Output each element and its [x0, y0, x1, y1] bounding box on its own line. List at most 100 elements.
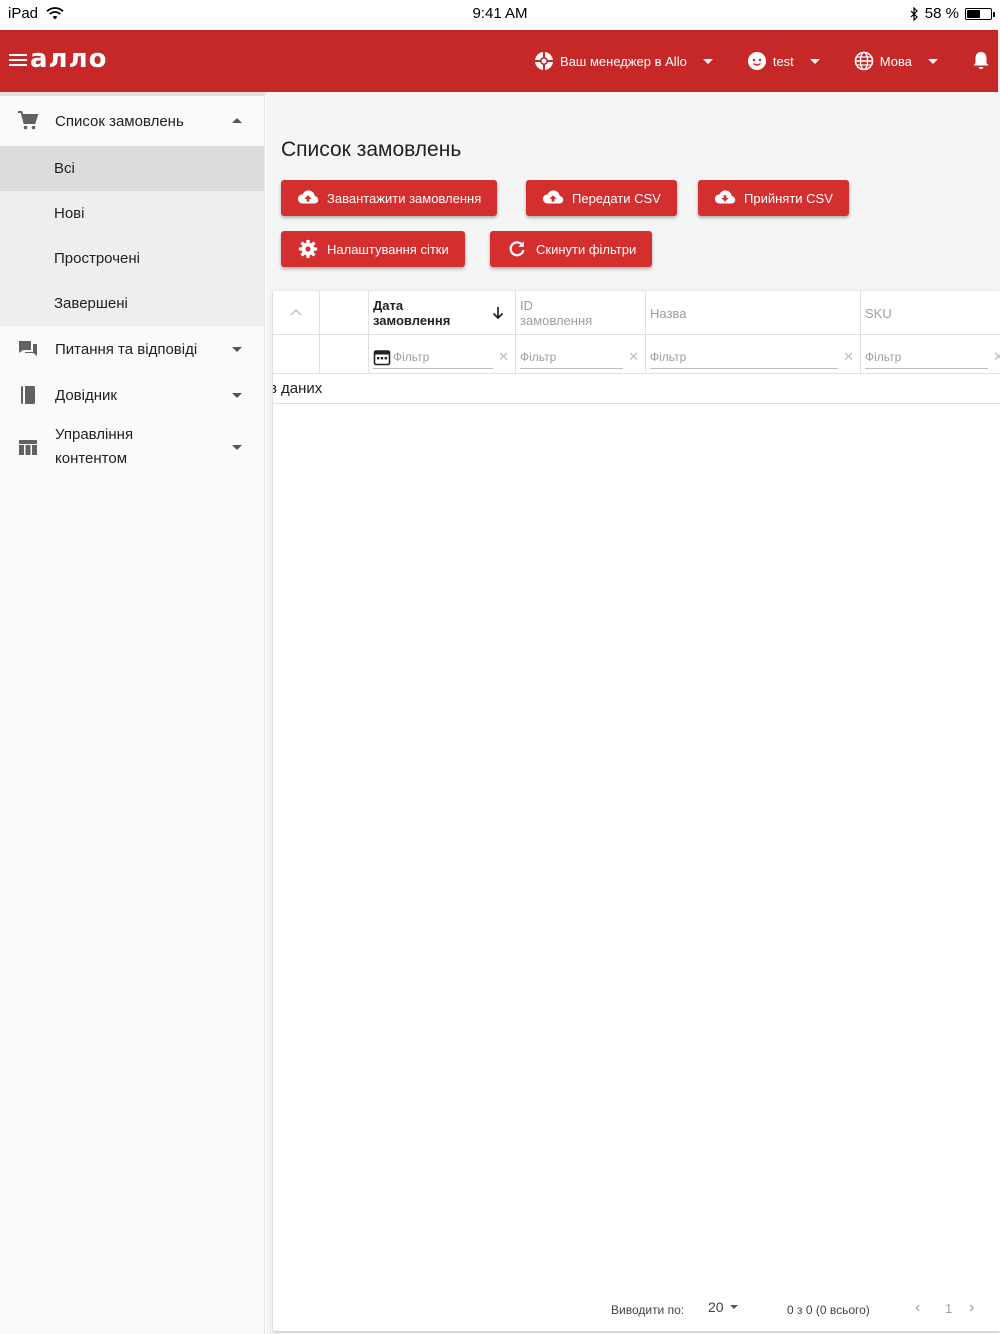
per-page-label: Виводити по: [611, 1303, 685, 1317]
column-header-sku[interactable]: SKU [861, 291, 1000, 334]
button-label: Завантажити замовлення [327, 190, 482, 206]
allo-logo[interactable]: алло [30, 44, 108, 74]
filter-cell-name: Фільтр ✕ [646, 335, 861, 373]
filter-placeholder: Фільтр [393, 349, 430, 364]
column-header-name[interactable]: Назва [646, 291, 861, 334]
clear-filter-icon[interactable]: ✕ [843, 349, 854, 365]
sidebar-item-content[interactable]: Управління контентом [0, 418, 264, 476]
user-label: test [772, 53, 794, 69]
sidebar-item-label: Питання та відповіді [55, 340, 198, 358]
clear-filter-icon[interactable]: ✕ [498, 349, 509, 365]
clear-filter-icon[interactable]: ✕ [628, 349, 639, 365]
column-title: SKU [865, 306, 892, 321]
cloud-download-icon [714, 190, 736, 204]
language-menu[interactable]: Мова [854, 48, 938, 74]
per-page-value: 20 [708, 1299, 724, 1315]
reset-filters-button[interactable]: Скинути фільтри [490, 231, 653, 267]
sidebar-subitem-new[interactable]: Нові [0, 191, 264, 236]
chevron-down-icon [232, 393, 242, 398]
calendar-icon[interactable] [373, 348, 391, 366]
orders-grid: Дата замовлення ID замовлення Назва SKU [273, 291, 1000, 1331]
notifications-button[interactable] [972, 48, 990, 74]
chevron-right-icon[interactable]: › [969, 1299, 974, 1317]
column-title: Назва [650, 306, 687, 321]
upload-csv-button[interactable]: Передати CSV [526, 180, 677, 216]
sort-arrow-down-icon[interactable] [492, 306, 504, 320]
battery-level [967, 9, 981, 18]
sidebar-item-label: Список замовлень [55, 112, 184, 130]
name-filter-input[interactable]: Фільтр [650, 345, 838, 369]
cloud-upload-icon [542, 190, 564, 204]
sidebar-item-orders[interactable]: Список замовлень [0, 96, 264, 146]
menu-icon[interactable] [8, 50, 28, 70]
pager-summary: 0 з 0 (0 всього) [787, 1303, 870, 1317]
language-label: Мова [879, 53, 912, 69]
refresh-icon [509, 241, 525, 257]
support-icon [535, 52, 554, 70]
sidebar-item-label-line2: контентом [55, 450, 128, 467]
no-data-divider [273, 403, 1000, 404]
sidebar: Список замовлень Всі Нові Прострочені За… [0, 92, 265, 1334]
grid-header-row: Дата замовлення ID замовлення Назва SKU [273, 291, 1000, 335]
button-label: Налаштування сітки [327, 241, 449, 257]
no-data-message: з даних [273, 380, 323, 397]
bluetooth-icon [910, 6, 918, 21]
order-id-filter-input[interactable]: Фільтр [520, 345, 623, 369]
chevron-down-icon [729, 1305, 738, 1309]
chevron-down-icon [928, 58, 938, 64]
chevron-down-icon [232, 445, 242, 450]
grid-filter-row: Фільтр ✕ Фільтр ✕ Фільтр ✕ Фільтр ✕ [273, 335, 1000, 374]
chevron-up-icon [290, 309, 302, 316]
filter-cell-order-date: Фільтр ✕ [369, 335, 516, 373]
grid-settings-button[interactable]: Налаштування сітки [281, 231, 465, 267]
chevron-up-icon [232, 118, 242, 123]
app-bar: алло Ваш менеджер в Allo test Мова [0, 30, 998, 92]
sku-filter-input[interactable]: Фільтр [865, 345, 988, 369]
book-icon [21, 386, 35, 404]
battery-percent: 58 % [924, 5, 959, 22]
wifi-icon [46, 7, 64, 20]
manager-label: Ваш менеджер в Allo [560, 53, 687, 69]
date-filter-input[interactable]: Фільтр [373, 345, 493, 369]
user-face-icon [747, 52, 766, 70]
sidebar-item-reference[interactable]: Довідник [0, 372, 264, 418]
manager-menu[interactable]: Ваш менеджер в Allo [534, 48, 713, 74]
button-label: Скинути фільтри [536, 241, 637, 257]
accept-csv-button[interactable]: Прийняти CSV [698, 180, 849, 216]
per-page-select[interactable]: 20 [708, 1299, 738, 1315]
select-column-header[interactable] [273, 291, 320, 334]
chevron-down-icon [232, 347, 242, 352]
page-title: Список замовлень [281, 138, 462, 161]
user-menu[interactable]: test [747, 48, 820, 74]
button-label: Прийняти CSV [744, 190, 833, 206]
download-orders-button[interactable]: Завантажити замовлення [281, 180, 498, 216]
filter-placeholder: Фільтр [520, 349, 557, 364]
sidebar-item-label: Управління контентом [55, 423, 133, 471]
ios-status-bar: iPad 9:41 AM 58 % [0, 0, 1000, 30]
button-label: Передати CSV [572, 190, 661, 206]
filter-placeholder: Фільтр [865, 349, 902, 364]
blank-column-header [320, 291, 369, 334]
sidebar-subitem-completed[interactable]: Завершені [0, 281, 264, 326]
sidebar-item-label-line1: Управління [55, 426, 134, 443]
column-header-order-id[interactable]: ID замовлення [516, 291, 646, 334]
clock: 9:41 AM [472, 5, 528, 22]
main-content: Список замовлень Завантажити замовлення … [266, 92, 1000, 1334]
sidebar-subitem-all[interactable]: Всі [0, 146, 264, 191]
chevron-down-icon [702, 58, 713, 64]
clear-filter-icon[interactable]: ✕ [993, 349, 1000, 365]
sidebar-item-qa[interactable]: Питання та відповіді [0, 326, 264, 372]
chevron-down-icon [809, 58, 820, 64]
filter-cell-order-id: Фільтр ✕ [516, 335, 646, 373]
grid-pager: Виводити по: 20 0 з 0 (0 всього) ‹ 1 › [273, 1294, 1000, 1324]
table-icon [19, 440, 37, 455]
globe-icon [854, 51, 874, 71]
sidebar-subitem-overdue[interactable]: Прострочені [0, 236, 264, 281]
orders-submenu: Всі Нові Прострочені Завершені [0, 146, 264, 326]
chevron-left-icon[interactable]: ‹ [915, 1299, 920, 1317]
column-title-line1: ID [520, 298, 533, 313]
column-header-order-date[interactable]: Дата замовлення [369, 291, 516, 334]
current-page[interactable]: 1 [945, 1301, 952, 1316]
bell-icon [973, 52, 989, 70]
filter-placeholder: Фільтр [650, 349, 687, 364]
